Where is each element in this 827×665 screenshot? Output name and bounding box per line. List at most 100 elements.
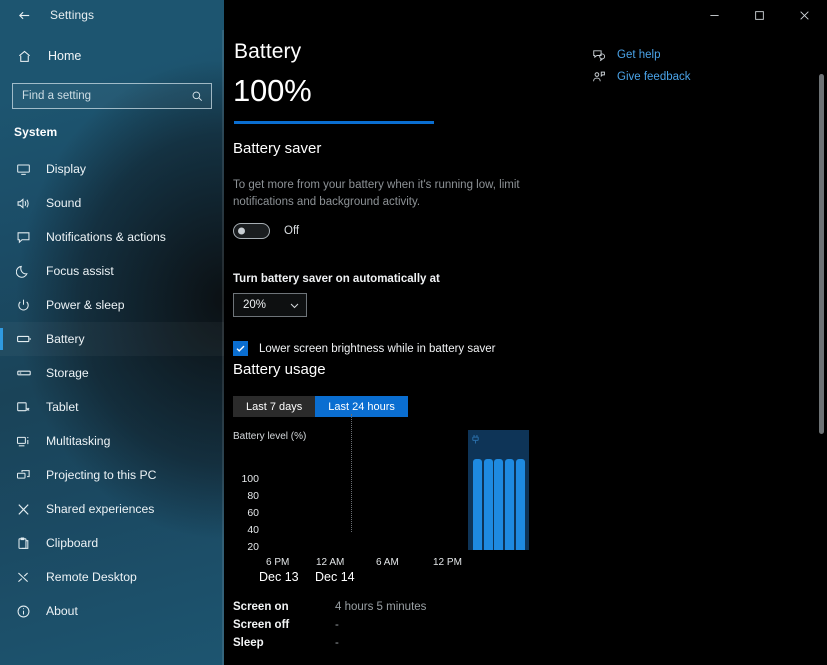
sidebar-item-home[interactable]: Home (0, 39, 224, 73)
settings-page-body: Battery Get help Give feedback 100% Batt… (224, 30, 827, 665)
window-title: Settings (50, 8, 95, 22)
help-links: Get help Give feedback (591, 44, 721, 88)
notification-icon (14, 228, 33, 246)
sidebar-item-label: Notifications & actions (46, 230, 166, 244)
monitor-icon (14, 160, 33, 178)
sidebar-item-display[interactable]: Display (0, 152, 224, 186)
share-icon (14, 500, 33, 518)
lower-brightness-row[interactable]: Lower screen brightness while in battery… (233, 341, 563, 357)
power-icon (14, 296, 33, 314)
minimize-button[interactable] (692, 0, 737, 30)
sidebar-item-label: Storage (46, 366, 89, 380)
sidebar-item-clipboard[interactable]: Clipboard (0, 526, 224, 560)
give-feedback-icon (591, 70, 607, 84)
sidebar-item-label: About (46, 604, 78, 618)
sidebar-item-power-sleep[interactable]: Power & sleep (0, 288, 224, 322)
sidebar-section-title: System (14, 125, 58, 139)
sidebar-item-tablet[interactable]: Tablet (0, 390, 224, 424)
search-input[interactable] (22, 90, 191, 102)
stat-name: Screen off (233, 619, 290, 631)
sidebar-item-notifications[interactable]: Notifications & actions (0, 220, 224, 254)
y-tick: 60 (247, 507, 259, 519)
y-tick: 100 (241, 473, 259, 485)
close-button[interactable] (782, 0, 827, 30)
get-help-row[interactable]: Get help (591, 44, 721, 66)
auto-threshold-dropdown[interactable]: 20% (233, 293, 307, 318)
sidebar-item-multitasking[interactable]: Multitasking (0, 424, 224, 458)
storage-icon (14, 364, 33, 382)
main-scrollbar-thumb[interactable] (819, 74, 824, 434)
clipboard-icon (14, 534, 33, 552)
lower-brightness-label: Lower screen brightness while in battery… (259, 342, 496, 355)
sidebar-item-shared-experiences[interactable]: Shared experiences (0, 492, 224, 526)
chart-bar (472, 458, 482, 550)
stat-name: Screen on (233, 601, 289, 613)
chart-bar (505, 458, 515, 550)
battery-saver-toggle-row[interactable]: Off (233, 223, 563, 240)
settings-window: Settings Home System (0, 0, 827, 665)
tab-last-24-hours[interactable]: Last 24 hours (315, 396, 408, 417)
battery-level-chart: 100 80 60 40 20 6 PM 12 AM 6 AM 12 PM (233, 414, 713, 568)
y-tick: 20 (247, 541, 259, 553)
sidebar-item-label: Battery (46, 332, 85, 346)
tablet-icon (14, 398, 33, 416)
battery-saver-toggle[interactable] (233, 223, 270, 240)
x-tick: 12 AM (316, 557, 345, 568)
sidebar-item-label-home: Home (48, 49, 82, 63)
battery-level-bar (234, 121, 434, 124)
project-icon (14, 466, 33, 484)
get-help-icon (591, 48, 607, 62)
y-tick: 40 (247, 524, 259, 536)
day-label: Dec 13 (259, 570, 299, 584)
sidebar: Settings Home System (0, 0, 224, 665)
get-help-link[interactable]: Get help (617, 49, 660, 61)
sidebar-item-label: Tablet (46, 400, 79, 414)
battery-saver-heading: Battery saver (233, 140, 322, 157)
multitasking-icon (14, 432, 33, 450)
maximize-button[interactable] (737, 0, 782, 30)
battery-icon (14, 330, 33, 348)
back-arrow-icon[interactable] (11, 2, 37, 28)
battery-saver-toggle-state: Off (284, 225, 300, 238)
x-tick: 6 AM (376, 557, 399, 568)
sidebar-item-label: Shared experiences (46, 502, 155, 516)
page-title: Battery (234, 40, 302, 63)
stat-name: Sleep (233, 637, 264, 649)
sidebar-item-label: Remote Desktop (46, 570, 137, 584)
speaker-icon (14, 194, 33, 212)
x-tick: 6 PM (266, 557, 290, 568)
window-controls (224, 0, 827, 30)
stat-value: - (335, 619, 339, 631)
sidebar-item-storage[interactable]: Storage (0, 356, 224, 390)
give-feedback-row[interactable]: Give feedback (591, 66, 721, 88)
info-icon (14, 602, 33, 620)
sidebar-item-remote-desktop[interactable]: Remote Desktop (0, 560, 224, 594)
sidebar-item-focus-assist[interactable]: Focus assist (0, 254, 224, 288)
usage-range-tabs: Last 7 days Last 24 hours (233, 396, 793, 417)
stat-value: 4 hours 5 minutes (335, 601, 427, 613)
auto-threshold-label: Turn battery saver on automatically at (233, 273, 440, 286)
sidebar-item-label: Power & sleep (46, 298, 125, 312)
x-tick: 12 PM (433, 557, 462, 568)
chart-bar (494, 458, 504, 550)
plug-icon (471, 432, 480, 450)
table-row: Screen off - (233, 616, 713, 634)
sidebar-item-battery[interactable]: Battery (0, 322, 224, 356)
table-row: Screen on 4 hours 5 minutes (233, 598, 713, 616)
lower-brightness-checkbox[interactable] (233, 341, 248, 357)
main-content: Battery Get help Give feedback 100% Batt… (224, 0, 827, 665)
sidebar-item-label: Projecting to this PC (46, 468, 157, 482)
sidebar-item-about[interactable]: About (0, 594, 224, 628)
sidebar-item-label: Focus assist (46, 264, 114, 278)
give-feedback-link[interactable]: Give feedback (617, 71, 691, 83)
day-divider (350, 414, 352, 532)
search-box[interactable] (12, 83, 212, 109)
sidebar-item-projecting[interactable]: Projecting to this PC (0, 458, 224, 492)
sidebar-item-label: Multitasking (46, 434, 111, 448)
sidebar-item-sound[interactable]: Sound (0, 186, 224, 220)
battery-percentage: 100% (233, 73, 312, 108)
tab-last-7-days[interactable]: Last 7 days (233, 396, 316, 417)
sidebar-item-label: Display (46, 162, 86, 176)
search-icon[interactable] (191, 90, 204, 103)
window-titlebar-left: Settings (0, 0, 224, 30)
